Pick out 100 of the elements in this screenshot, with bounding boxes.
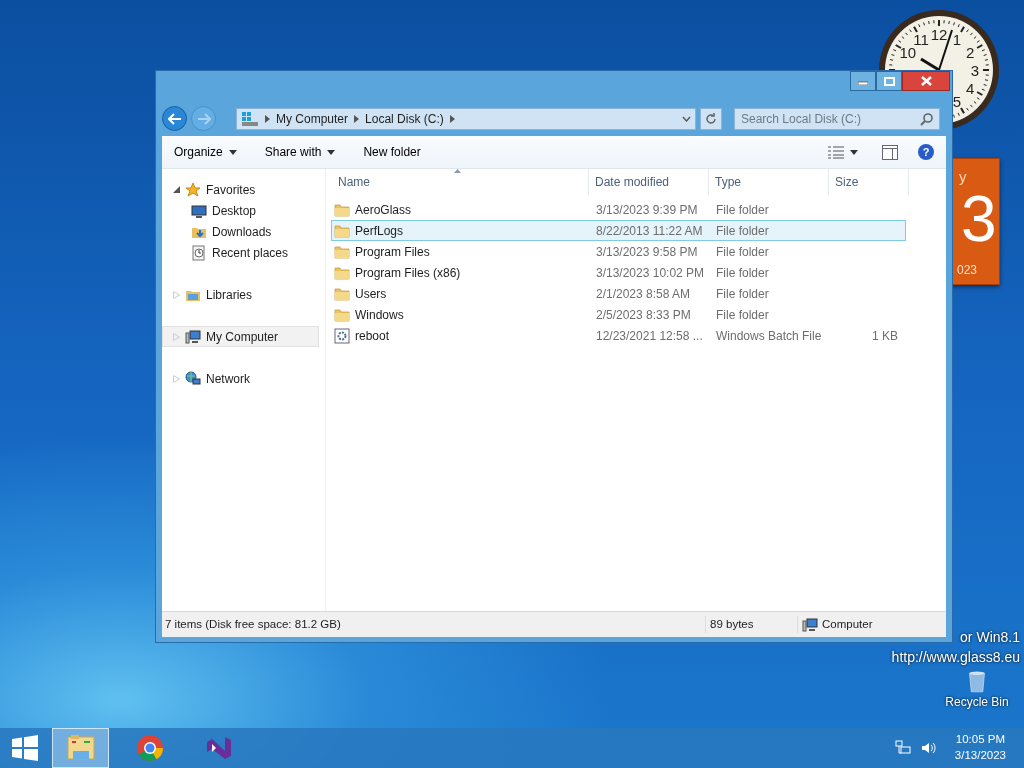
file-row[interactable]: Program Files (x86) 3/13/2023 10:02 PM File folder xyxy=(331,262,906,283)
clock-numeral: 12 xyxy=(930,25,948,45)
search-field[interactable]: Search Local Disk (C:) xyxy=(734,107,940,130)
globe-computer-icon xyxy=(185,370,201,387)
file-date: 8/22/2013 11:22 AM xyxy=(595,222,704,240)
file-name: Users xyxy=(355,285,387,303)
desktop-watermark-text: http://www.glass8.eu xyxy=(891,650,1020,666)
file-row[interactable]: Users 2/1/2023 8:58 AM File folder xyxy=(331,283,906,304)
clock-time: 10:05 PM xyxy=(954,732,1006,748)
computer-icon xyxy=(185,328,201,345)
clock-numeral: 4 xyxy=(965,79,976,99)
file-row[interactable]: Program Files 3/13/2023 9:58 PM File folder xyxy=(331,241,906,262)
computer-icon xyxy=(802,616,818,633)
status-text: 7 items (Disk free space: 81.2 GB) xyxy=(164,616,342,632)
desktop-watermark-text: or Win8.1 xyxy=(960,630,1020,646)
refresh-icon xyxy=(705,112,717,125)
address-bar[interactable]: My Computer Local Disk (C:) xyxy=(236,107,696,130)
file-type: File folder xyxy=(715,243,770,261)
sidebar-item[interactable]: Recent places xyxy=(162,242,319,263)
chevron-icon xyxy=(354,114,360,123)
folder-icon xyxy=(334,222,350,239)
folder-icon xyxy=(334,243,350,260)
clock-numeral: 1 xyxy=(951,29,963,50)
chevron-icon xyxy=(265,114,270,123)
clock-document-icon xyxy=(191,244,207,261)
recycle-bin-label: Recycle Bin xyxy=(944,694,1010,711)
column-header[interactable]: Type xyxy=(709,169,829,195)
close-icon xyxy=(920,76,932,86)
sidebar-item[interactable]: Network xyxy=(162,368,319,389)
search-icon[interactable] xyxy=(920,111,934,126)
file-name: AeroGlass xyxy=(355,201,412,219)
file-row[interactable]: reboot 12/23/2021 12:58 ... Windows Batch File 1 KB xyxy=(331,325,906,346)
breadcrumb-link[interactable]: Local Disk (C:) xyxy=(365,109,444,128)
pane-icon xyxy=(882,144,898,160)
calendar-day: 3 xyxy=(961,191,997,249)
sort-arrow-icon xyxy=(454,169,461,173)
clock-date: 3/13/2023 xyxy=(954,748,1006,763)
toolbar-button[interactable]: Organize xyxy=(174,143,237,161)
clock-numeral: 5 xyxy=(951,92,963,113)
folder-icon xyxy=(65,733,96,763)
folder-icon xyxy=(334,306,350,323)
sidebar-item[interactable]: Libraries xyxy=(162,284,319,305)
folder-icon xyxy=(334,201,350,218)
sidebar-item[interactable]: Downloads xyxy=(162,221,319,242)
close-button[interactable] xyxy=(902,71,950,91)
chrome-icon xyxy=(134,733,165,763)
file-type: File folder xyxy=(715,222,770,240)
minimize-button[interactable] xyxy=(850,71,876,91)
maximize-icon xyxy=(883,76,895,86)
file-name: PerfLogs xyxy=(355,222,404,240)
help-button[interactable]: ? xyxy=(918,144,934,160)
dropdown-chevron-icon[interactable] xyxy=(682,115,691,122)
file-row[interactable]: AeroGlass 3/13/2023 9:39 PM File folder xyxy=(331,199,906,220)
windows-logo-icon xyxy=(12,735,38,761)
column-header[interactable]: Size xyxy=(829,169,909,195)
right-arrow-icon xyxy=(196,112,211,125)
view-options-button[interactable] xyxy=(828,145,858,159)
maximize-button[interactable] xyxy=(876,71,902,91)
preview-pane-button[interactable] xyxy=(882,144,898,160)
star-icon xyxy=(185,181,201,198)
file-date: 3/13/2023 9:58 PM xyxy=(595,243,699,261)
file-type: File folder xyxy=(715,285,770,303)
gear-document-icon xyxy=(334,327,350,344)
back-button[interactable] xyxy=(162,106,187,131)
file-date: 2/1/2023 8:58 AM xyxy=(595,285,692,303)
toolbar-button[interactable]: Share with xyxy=(264,143,336,161)
file-type: File folder xyxy=(715,306,770,324)
file-name: Program Files (x86) xyxy=(355,264,461,282)
clock-numeral: 2 xyxy=(965,43,976,63)
clock-numeral: 3 xyxy=(969,61,981,81)
sidebar-item[interactable]: Favorites xyxy=(162,179,319,200)
file-size: 1 KB xyxy=(871,327,899,345)
speaker-icon[interactable] xyxy=(920,740,937,756)
calendar-weekday: y xyxy=(959,169,967,184)
file-row[interactable]: PerfLogs 8/22/2013 11:22 AM File folder xyxy=(331,220,906,241)
selection-size: 89 bytes xyxy=(705,615,797,634)
list-view-icon xyxy=(828,145,844,159)
file-row[interactable]: Windows 2/5/2023 8:33 PM File folder xyxy=(331,304,906,325)
left-arrow-icon xyxy=(167,112,182,125)
network-icon[interactable] xyxy=(894,740,911,756)
breadcrumb-link[interactable]: My Computer xyxy=(276,109,349,128)
drive-icon xyxy=(241,110,259,127)
sidebar-item[interactable]: Desktop xyxy=(162,200,319,221)
file-name: reboot xyxy=(355,327,390,345)
refresh-button[interactable] xyxy=(700,107,722,130)
zone-label: Computer xyxy=(822,616,873,632)
folder-icon xyxy=(334,285,350,302)
file-date: 2/5/2023 8:33 PM xyxy=(595,306,692,324)
calendar-year: 023 xyxy=(957,262,978,279)
file-name: Program Files xyxy=(355,243,430,261)
monitor-icon xyxy=(191,202,207,219)
toolbar-button[interactable]: New folder xyxy=(363,143,421,161)
file-type: File folder xyxy=(715,201,770,219)
file-name: Windows xyxy=(355,306,404,324)
recycle-bin-icon[interactable] xyxy=(966,671,988,693)
column-header[interactable]: Date modified xyxy=(589,169,709,195)
sidebar-item[interactable]: My Computer xyxy=(162,326,319,347)
caret-icon xyxy=(850,149,858,155)
file-type: Windows Batch File xyxy=(715,327,823,345)
file-type: File folder xyxy=(715,264,770,282)
